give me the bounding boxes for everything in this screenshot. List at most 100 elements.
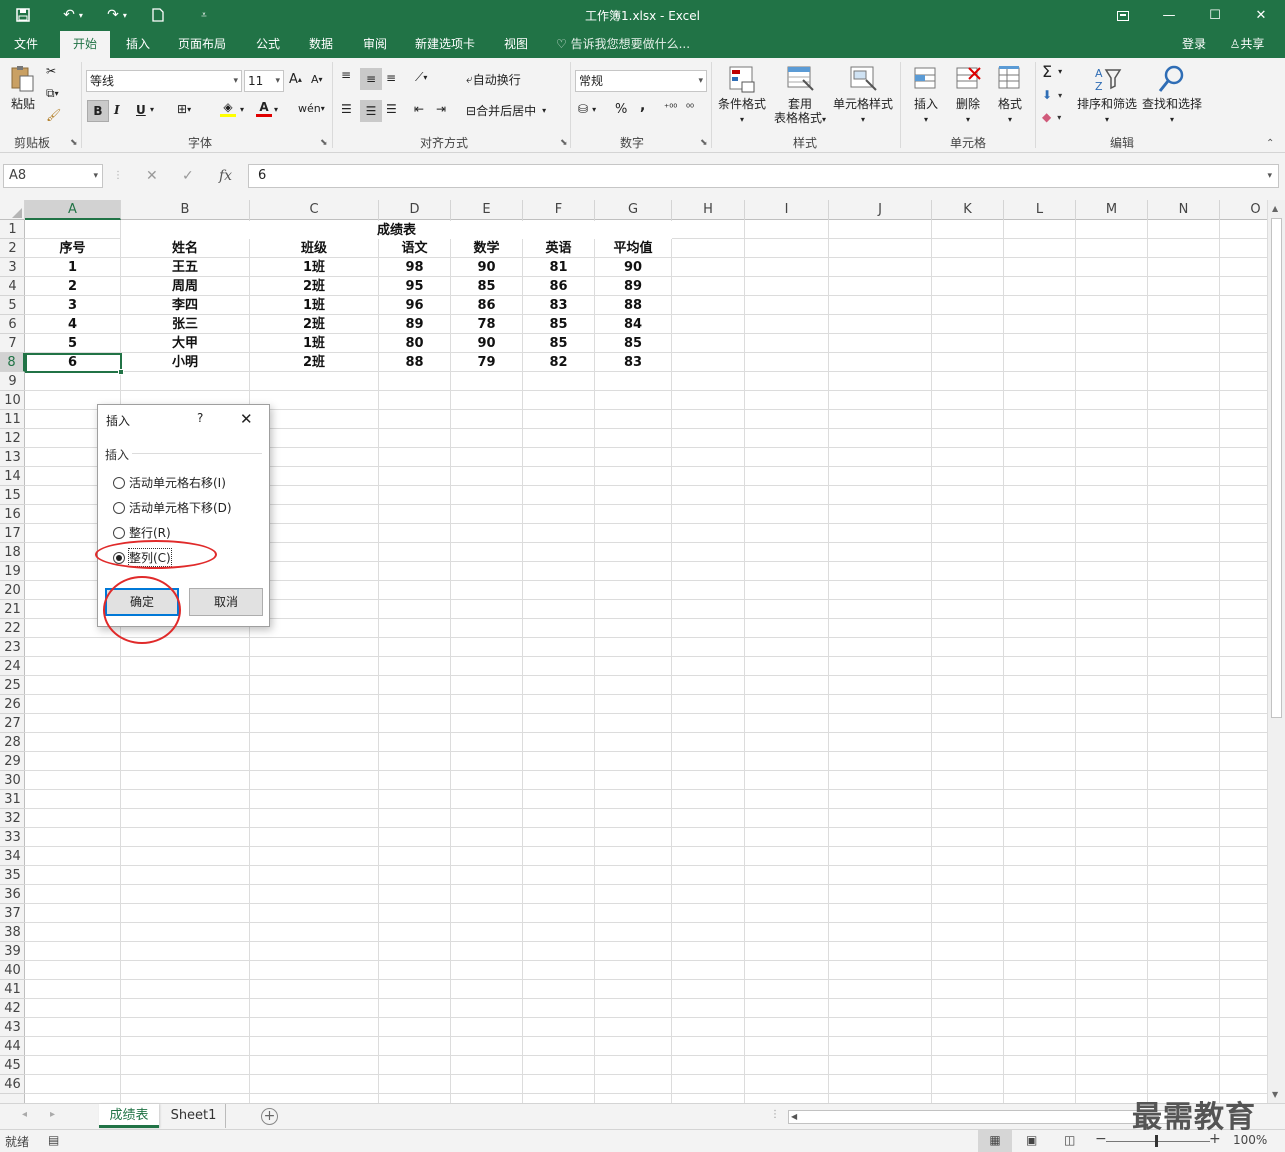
row-header-8[interactable]: 8: [0, 353, 25, 372]
sheet-tab-grades[interactable]: 成绩表: [99, 1104, 159, 1128]
cell-b3[interactable]: 王五: [121, 258, 249, 276]
align-center-icon[interactable]: ☰: [360, 100, 382, 122]
row-header-3[interactable]: 3: [0, 258, 25, 277]
scroll-left-icon[interactable]: ◀: [791, 1111, 797, 1123]
chevron-down-icon[interactable]: ▾: [240, 105, 244, 114]
row-header-18[interactable]: 18: [0, 543, 25, 562]
macro-record-icon[interactable]: ▤: [48, 1133, 59, 1147]
column-header-n[interactable]: N: [1148, 200, 1220, 220]
tab-file[interactable]: 文件: [0, 31, 52, 58]
row-header-32[interactable]: 32: [0, 809, 25, 828]
column-header-o[interactable]: O: [1220, 200, 1267, 220]
new-file-icon[interactable]: [146, 4, 170, 26]
align-left-icon[interactable]: ☰: [341, 102, 352, 116]
row-header-28[interactable]: 28: [0, 733, 25, 752]
sheet-tab-sheet1[interactable]: Sheet1: [162, 1104, 226, 1128]
cell-d2[interactable]: 语文: [379, 239, 450, 257]
row-header-11[interactable]: 11: [0, 410, 25, 429]
cell-g4[interactable]: 89: [595, 277, 671, 295]
tab-split-handle[interactable]: ⋮: [770, 1109, 780, 1120]
row-header-17[interactable]: 17: [0, 524, 25, 543]
bold-button[interactable]: B: [87, 100, 109, 122]
cell-b6[interactable]: 张三: [121, 315, 249, 333]
worksheet[interactable]: ABCDEFGHIJKLMNO 1 2 3 4 5 6 7 8 9 10 11 12 13 14 15 16 1…: [0, 200, 1267, 1103]
radio-entire-row[interactable]: 整行(R): [113, 524, 171, 541]
phonetic-icon[interactable]: wén ▾: [298, 102, 325, 115]
cell-b2[interactable]: 姓名: [121, 239, 249, 257]
row-header-7[interactable]: 7: [0, 334, 25, 353]
row-header-36[interactable]: 36: [0, 885, 25, 904]
find-select-button[interactable]: 查找和选择 ▾: [1140, 64, 1204, 127]
sort-filter-button[interactable]: AZ 排序和筛选 ▾: [1076, 64, 1138, 127]
row-header-23[interactable]: 23: [0, 638, 25, 657]
row-header-46[interactable]: 46: [0, 1075, 25, 1094]
align-middle-icon[interactable]: ≡: [360, 68, 382, 90]
borders-icon[interactable]: ⊞ ▾: [177, 102, 191, 116]
customize-toolbar-icon[interactable]: ⩡: [194, 4, 214, 26]
prev-sheet-icon[interactable]: ◂: [22, 1109, 27, 1120]
increase-indent-icon[interactable]: ⇥: [436, 102, 446, 116]
confirm-entry-icon[interactable]: ✓: [182, 164, 194, 188]
row-header-33[interactable]: 33: [0, 828, 25, 847]
autosum-button[interactable]: Σ ▾: [1042, 62, 1062, 81]
cell-b5[interactable]: 李四: [121, 296, 249, 314]
fill-icon[interactable]: ⬇ ▾: [1042, 88, 1062, 102]
row-header-41[interactable]: 41: [0, 980, 25, 999]
column-header-h[interactable]: H: [672, 200, 745, 220]
row-header-20[interactable]: 20: [0, 581, 25, 600]
cell-f7[interactable]: 85: [523, 334, 594, 352]
row-header-9[interactable]: 9: [0, 372, 25, 391]
merge-center-button[interactable]: ⊟ 合并后居中 ▾: [466, 102, 546, 119]
font-color-icon[interactable]: A: [256, 100, 272, 117]
row-header-45[interactable]: 45: [0, 1056, 25, 1075]
tab-data[interactable]: 数据: [298, 31, 344, 58]
cell-e5[interactable]: 86: [451, 296, 522, 314]
cell-d6[interactable]: 89: [379, 315, 450, 333]
cell-a3[interactable]: 1: [25, 258, 120, 276]
scroll-down-icon[interactable]: ▼: [1272, 1090, 1278, 1099]
decrease-indent-icon[interactable]: ⇤: [414, 102, 424, 116]
column-header-g[interactable]: G: [595, 200, 672, 220]
zoom-slider-knob[interactable]: [1155, 1135, 1158, 1147]
column-header-b[interactable]: B: [121, 200, 250, 220]
tab-new[interactable]: 新建选项卡: [408, 31, 482, 58]
cell-e6[interactable]: 78: [451, 315, 522, 333]
row-header-12[interactable]: 12: [0, 429, 25, 448]
cell-b4[interactable]: 周周: [121, 277, 249, 295]
cell-g5[interactable]: 88: [595, 296, 671, 314]
number-launcher-icon[interactable]: ⬊: [700, 138, 708, 148]
cell-d4[interactable]: 95: [379, 277, 450, 295]
row-header-39[interactable]: 39: [0, 942, 25, 961]
grow-font-icon[interactable]: A ▴: [289, 72, 302, 87]
row-header-42[interactable]: 42: [0, 999, 25, 1018]
paste-button[interactable]: 粘贴: [6, 64, 40, 111]
shrink-font-icon[interactable]: A ▾: [311, 73, 323, 86]
column-header-i[interactable]: I: [745, 200, 829, 220]
row-header-22[interactable]: 22: [0, 619, 25, 638]
delete-cells-button[interactable]: 删除 ▾: [948, 64, 988, 127]
column-header-a[interactable]: A: [25, 200, 121, 220]
row-header-30[interactable]: 30: [0, 771, 25, 790]
chevron-down-icon[interactable]: ▾: [150, 105, 154, 114]
row-header-1[interactable]: 1: [0, 220, 25, 239]
align-top-icon[interactable]: ≡: [341, 68, 351, 82]
cell-c2[interactable]: 班级: [250, 239, 378, 257]
row-header-13[interactable]: 13: [0, 448, 25, 467]
window-close-icon[interactable]: ✕: [1238, 0, 1284, 31]
format-as-table-button[interactable]: 套用 表格格式▾: [770, 64, 830, 127]
redo-icon[interactable]: ↷ ▾: [100, 4, 134, 26]
cell-b7[interactable]: 大甲: [121, 334, 249, 352]
normal-view-icon[interactable]: ▦: [978, 1130, 1012, 1152]
scroll-up-icon[interactable]: ▲: [1272, 204, 1278, 213]
italic-button[interactable]: I: [114, 103, 120, 117]
cancel-button[interactable]: 取消: [189, 588, 263, 616]
cell-d5[interactable]: 96: [379, 296, 450, 314]
row-header-19[interactable]: 19: [0, 562, 25, 581]
decrease-decimal-icon[interactable]: ⁰⁰: [686, 103, 694, 114]
cell-g2[interactable]: 平均值: [595, 239, 671, 257]
cell-a6[interactable]: 4: [25, 315, 120, 333]
tab-home[interactable]: 开始: [60, 31, 110, 58]
fill-handle[interactable]: [118, 369, 124, 375]
horizontal-scrollbar[interactable]: ◀: [788, 1110, 1168, 1124]
row-header-10[interactable]: 10: [0, 391, 25, 410]
